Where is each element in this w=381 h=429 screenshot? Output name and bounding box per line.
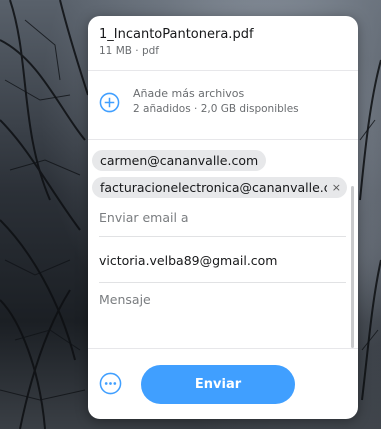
recipient-email: facturacionelectronica@cananvalle.c — [100, 180, 327, 195]
scrollbar[interactable] — [351, 186, 354, 348]
add-files-subtitle: 2 añadidos · 2,0 GB disponibles — [133, 103, 299, 115]
divider — [99, 236, 346, 237]
file-item[interactable]: 1_IncantoPantonera.pdf 11 MB · pdf — [88, 16, 358, 71]
sender-email-field[interactable]: victoria.velba89@gmail.com — [99, 253, 346, 268]
recipient-email-input[interactable] — [99, 202, 346, 232]
add-more-files[interactable]: Añade más archivos 2 añadidos · 2,0 GB d… — [88, 71, 358, 140]
recipient-chip[interactable]: facturacionelectronica@cananvalle.c × — [92, 177, 347, 198]
add-files-title: Añade más archivos — [133, 87, 245, 100]
divider — [99, 282, 346, 283]
plus-circle-icon[interactable] — [99, 92, 120, 113]
more-options-icon[interactable] — [99, 372, 122, 395]
recipient-chip[interactable]: carmen@cananvalle.com — [92, 150, 267, 171]
recipient-email: carmen@cananvalle.com — [100, 153, 259, 168]
file-meta: 11 MB · pdf — [99, 45, 160, 57]
panel-footer: Enviar — [88, 348, 358, 419]
remove-recipient-icon[interactable]: × — [332, 177, 341, 198]
send-files-panel: 1_IncantoPantonera.pdf 11 MB · pdf Añade… — [88, 16, 358, 419]
file-name: 1_IncantoPantonera.pdf — [99, 27, 254, 42]
message-input[interactable] — [99, 292, 346, 352]
recipients-section: carmen@cananvalle.com facturacionelectro… — [88, 140, 358, 365]
send-button[interactable]: Enviar — [141, 365, 295, 404]
